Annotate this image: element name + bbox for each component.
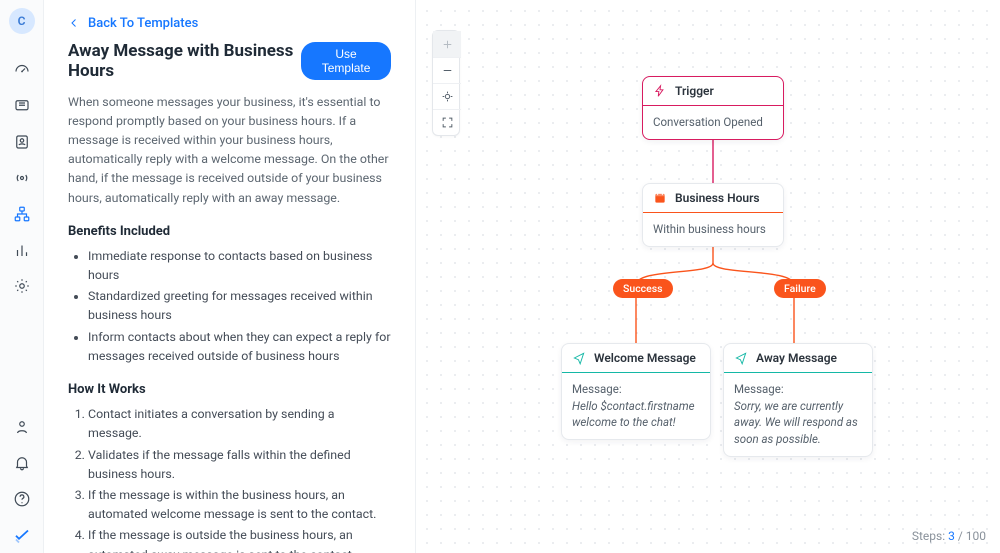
- list-item: Contact initiates a conversation by send…: [88, 405, 391, 443]
- node-title: Welcome Message: [594, 351, 696, 365]
- node-welcome-message[interactable]: Welcome Message Message: Hello $contact.…: [561, 343, 711, 440]
- nav-broadcast[interactable]: [0, 160, 44, 196]
- nav-help[interactable]: [0, 481, 44, 517]
- branch-badge-failure: Failure: [774, 279, 826, 298]
- nav-profile[interactable]: [0, 409, 44, 445]
- nav-workflows[interactable]: [0, 196, 44, 232]
- calendar-icon: [653, 191, 667, 205]
- zoom-controls: [432, 30, 460, 136]
- how-it-works-heading: How It Works: [68, 382, 391, 397]
- list-item: If the message is outside the business h…: [88, 526, 391, 553]
- steps-sep: /: [958, 529, 963, 543]
- nav-reports[interactable]: [0, 232, 44, 268]
- list-item: If the message is within the business ho…: [88, 486, 391, 524]
- bell-icon: [13, 454, 31, 472]
- send-icon: [734, 351, 748, 365]
- workflow-icon: [13, 205, 31, 223]
- message-label: Message:: [572, 381, 700, 398]
- node-trigger[interactable]: Trigger Conversation Opened: [642, 76, 784, 140]
- node-title: Away Message: [756, 351, 837, 365]
- node-title: Trigger: [675, 84, 714, 98]
- target-icon: [441, 90, 454, 103]
- template-info-panel: Back To Templates Away Message with Busi…: [44, 0, 416, 553]
- send-icon: [572, 351, 586, 365]
- steps-label: Steps:: [912, 529, 945, 543]
- brand-logo: [0, 517, 44, 553]
- benefits-heading: Benefits Included: [68, 224, 391, 239]
- gauge-icon: [13, 61, 31, 79]
- nav-dashboard[interactable]: [0, 52, 44, 88]
- expand-icon: [441, 116, 454, 129]
- help-icon: [13, 490, 31, 508]
- message-text: Hello $contact.firstname welcome to the …: [572, 398, 700, 431]
- minus-icon: [441, 64, 454, 77]
- node-away-message[interactable]: Away Message Message: Sorry, we are curr…: [723, 343, 873, 457]
- list-item: Standardized greeting for messages recei…: [88, 287, 391, 325]
- list-item: Validates if the message falls within th…: [88, 446, 391, 484]
- person-icon: [13, 418, 31, 436]
- branch-badge-success: Success: [613, 279, 673, 298]
- back-to-templates-link[interactable]: Back To Templates: [68, 16, 198, 31]
- nav-settings[interactable]: [0, 268, 44, 304]
- chevron-left-icon: [68, 17, 80, 29]
- workflow-canvas[interactable]: Success Failure Trigger Conversation Ope…: [416, 0, 1000, 553]
- how-it-works-list: Contact initiates a conversation by send…: [68, 405, 391, 553]
- chat-icon: [13, 97, 31, 115]
- template-description: When someone messages your business, it'…: [68, 93, 391, 208]
- node-body: Conversation Opened: [643, 106, 783, 139]
- nav-contacts[interactable]: [0, 124, 44, 160]
- bars-icon: [13, 241, 31, 259]
- gear-icon: [13, 277, 31, 295]
- avatar[interactable]: C: [9, 8, 35, 34]
- nav-notifications[interactable]: [0, 445, 44, 481]
- list-item: Immediate response to contacts based on …: [88, 247, 391, 285]
- node-body: Within business hours: [643, 213, 783, 246]
- zoom-fullscreen-button[interactable]: [433, 109, 461, 135]
- benefits-list: Immediate response to contacts based on …: [68, 247, 391, 366]
- use-template-button[interactable]: Use Template: [301, 42, 391, 80]
- lightning-icon: [653, 84, 667, 98]
- message-label: Message:: [734, 381, 862, 398]
- zoom-in-button[interactable]: [433, 31, 461, 57]
- steps-max: 100: [966, 529, 986, 543]
- zoom-out-button[interactable]: [433, 57, 461, 83]
- broadcast-icon: [13, 169, 31, 187]
- node-business-hours[interactable]: Business Hours Within business hours: [642, 183, 784, 247]
- list-item: Inform contacts about when they can expe…: [88, 328, 391, 366]
- page-title: Away Message with Business Hours: [68, 41, 301, 81]
- back-link-label: Back To Templates: [88, 16, 198, 31]
- brand-icon: [13, 526, 31, 544]
- nav-rail: C: [0, 0, 44, 553]
- steps-counter: Steps: 3 / 100: [912, 529, 986, 543]
- zoom-fit-button[interactable]: [433, 83, 461, 109]
- steps-current: 3: [948, 529, 955, 543]
- nav-inbox[interactable]: [0, 88, 44, 124]
- contact-icon: [13, 133, 31, 151]
- plus-icon: [441, 38, 454, 51]
- message-text: Sorry, we are currently away. We will re…: [734, 398, 862, 448]
- node-title: Business Hours: [675, 191, 760, 205]
